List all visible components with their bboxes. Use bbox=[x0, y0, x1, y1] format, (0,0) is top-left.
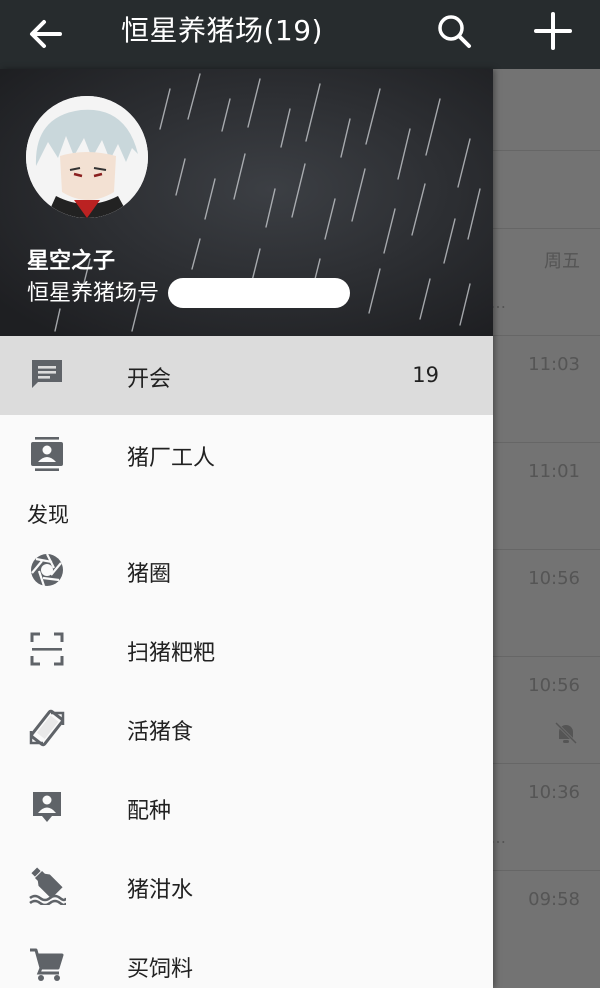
section-header-discover: 发现 bbox=[27, 503, 69, 527]
conversation-time: 10:56 bbox=[528, 675, 580, 696]
avatar[interactable] bbox=[26, 96, 148, 218]
person-pin-icon bbox=[33, 792, 61, 822]
menu-item-shopping[interactable]: 买饲料 bbox=[0, 926, 493, 988]
scan-icon bbox=[30, 632, 64, 666]
menu-item-label: 猪厂工人 bbox=[127, 446, 216, 471]
contacts-icon bbox=[31, 437, 63, 471]
redacted-id bbox=[168, 278, 350, 308]
menu-item-label: 买饲料 bbox=[127, 957, 194, 982]
navigation-drawer: 星空之子 恒星养猪场号 开会 19 猪厂工人 发现 猪圈 扫猪粑粑 活猪食 配种… bbox=[0, 69, 493, 988]
page-title: 恒星养猪场(19) bbox=[121, 14, 323, 47]
conversation-time: 周五 bbox=[544, 251, 580, 272]
mute-bell-icon bbox=[554, 721, 578, 745]
aperture-icon bbox=[31, 553, 63, 587]
menu-item-drift-bottle[interactable]: 猪泔水 bbox=[0, 847, 493, 926]
menu-item-label: 猪泔水 bbox=[127, 878, 194, 903]
conversation-time: 09:58 bbox=[528, 889, 580, 910]
menu-item-label: 配种 bbox=[127, 799, 172, 824]
menu-item-meetings[interactable]: 开会 19 bbox=[0, 336, 493, 415]
conversation-time: 10:56 bbox=[528, 568, 580, 589]
search-icon[interactable] bbox=[431, 8, 477, 54]
unread-count-badge: 19 bbox=[412, 363, 439, 387]
menu-item-nearby[interactable]: 配种 bbox=[0, 768, 493, 847]
menu-item-label: 活猪食 bbox=[127, 720, 194, 745]
profile-id-label: 恒星养猪场号 bbox=[27, 281, 160, 306]
conversation-time: 11:03 bbox=[528, 354, 580, 375]
chat-icon bbox=[32, 360, 62, 388]
drawer-header: 星空之子 恒星养猪场号 bbox=[0, 69, 493, 336]
menu-item-label: 开会 bbox=[127, 367, 172, 392]
shake-icon bbox=[29, 709, 65, 747]
profile-name: 星空之子 bbox=[27, 249, 116, 274]
menu-item-moments[interactable]: 猪圈 bbox=[0, 531, 493, 610]
conversation-time: 11:01 bbox=[528, 461, 580, 482]
conversation-time: 10:36 bbox=[528, 782, 580, 803]
arrow-left-icon[interactable] bbox=[24, 12, 68, 56]
menu-item-label: 扫猪粑粑 bbox=[127, 641, 216, 666]
menu-item-contacts[interactable]: 猪厂工人 bbox=[0, 415, 493, 494]
cart-icon bbox=[30, 948, 64, 981]
drift-bottle-icon bbox=[29, 867, 66, 905]
menu-item-shake[interactable]: 活猪食 bbox=[0, 689, 493, 768]
app-bar: 恒星养猪场(19) bbox=[0, 0, 600, 69]
menu-item-label: 猪圈 bbox=[127, 562, 172, 587]
plus-icon[interactable] bbox=[530, 8, 576, 54]
menu-item-scan[interactable]: 扫猪粑粑 bbox=[0, 610, 493, 689]
avatar-image bbox=[26, 96, 148, 218]
